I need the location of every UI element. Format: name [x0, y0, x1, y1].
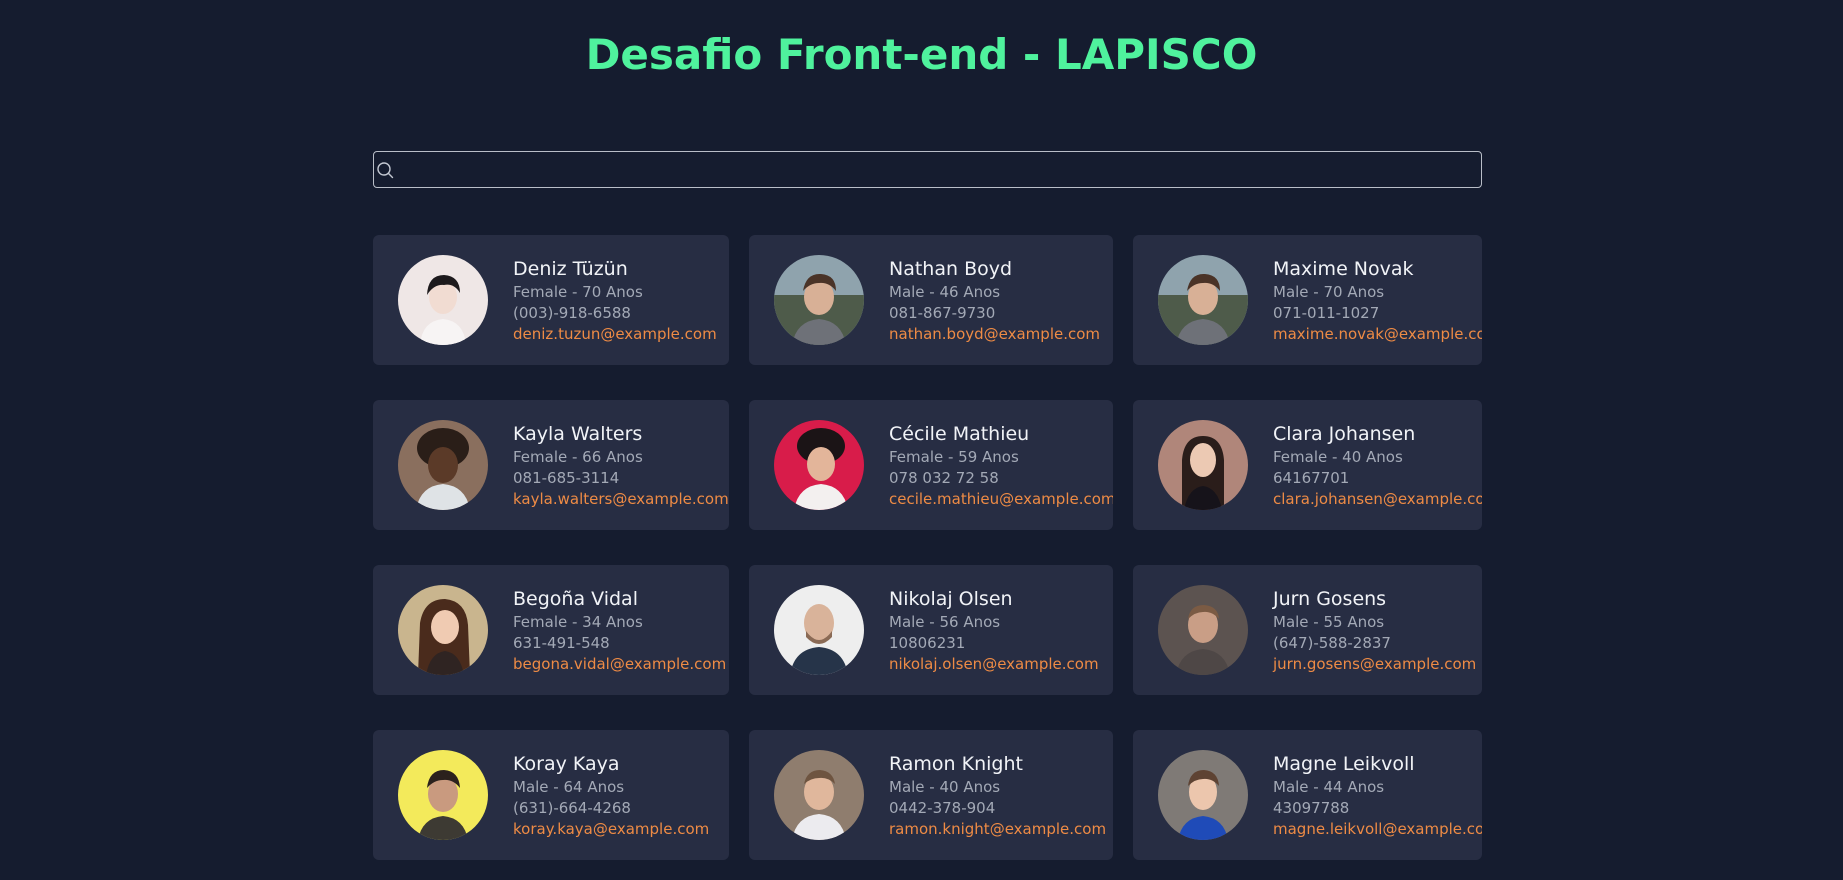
user-phone: 43097788 — [1273, 799, 1350, 817]
user-name: Deniz Tüzün — [513, 258, 628, 280]
user-email[interactable]: ramon.knight@example.com — [889, 819, 1106, 840]
user-avatar — [774, 255, 864, 345]
user-phone: (647)-588-2837 — [1273, 634, 1391, 652]
search-input[interactable] — [396, 152, 1480, 189]
user-card[interactable]: Kayla Walters Female - 66 Anos 081-685-3… — [373, 400, 729, 530]
user-name: Nathan Boyd — [889, 258, 1013, 280]
user-gender-age: Male - 55 Anos — [1273, 613, 1385, 631]
user-name: Jurn Gosens — [1273, 588, 1387, 610]
user-email[interactable]: maxime.novak@example.com — [1273, 324, 1482, 345]
user-phone: 078 032 72 58 — [889, 469, 999, 487]
user-phone: (631)-664-4268 — [513, 799, 631, 817]
user-email[interactable]: koray.kaya@example.com — [513, 819, 709, 840]
user-name: Ramon Knight — [889, 753, 1023, 775]
user-phone: 071-011-1027 — [1273, 304, 1380, 322]
user-name: Maxime Novak — [1273, 258, 1414, 280]
user-email[interactable]: jurn.gosens@example.com — [1273, 654, 1476, 675]
user-card[interactable]: Magne Leikvoll Male - 44 Anos 43097788 m… — [1133, 730, 1482, 860]
user-email[interactable]: nikolaj.olsen@example.com — [889, 654, 1099, 675]
user-name: Clara Johansen — [1273, 423, 1416, 445]
user-card[interactable]: Nathan Boyd Male - 46 Anos 081-867-9730 … — [749, 235, 1113, 365]
user-phone: 081-685-3114 — [513, 469, 620, 487]
user-card[interactable]: Cécile Mathieu Female - 59 Anos 078 032 … — [749, 400, 1113, 530]
user-avatar — [1158, 750, 1248, 840]
user-phone: 10806231 — [889, 634, 966, 652]
user-avatar — [398, 255, 488, 345]
user-name: Nikolaj Olsen — [889, 588, 1013, 610]
user-email[interactable]: cecile.mathieu@example.com — [889, 489, 1113, 510]
user-name: Kayla Walters — [513, 423, 643, 445]
user-phone: (003)-918-6588 — [513, 304, 631, 322]
user-phone: 631-491-548 — [513, 634, 610, 652]
user-card[interactable]: Deniz Tüzün Female - 70 Anos (003)-918-6… — [373, 235, 729, 365]
user-card[interactable]: Begoña Vidal Female - 34 Anos 631-491-54… — [373, 565, 729, 695]
user-phone: 64167701 — [1273, 469, 1350, 487]
user-card[interactable]: Jurn Gosens Male - 55 Anos (647)-588-283… — [1133, 565, 1482, 695]
user-gender-age: Female - 40 Anos — [1273, 448, 1403, 466]
user-avatar — [398, 420, 488, 510]
user-name: Magne Leikvoll — [1273, 753, 1415, 775]
user-card[interactable]: Clara Johansen Female - 40 Anos 64167701… — [1133, 400, 1482, 530]
user-gender-age: Male - 56 Anos — [889, 613, 1001, 631]
user-card[interactable]: Maxime Novak Male - 70 Anos 071-011-1027… — [1133, 235, 1482, 365]
user-name: Begoña Vidal — [513, 588, 638, 610]
user-email[interactable]: deniz.tuzun@example.com — [513, 324, 717, 345]
user-gender-age: Female - 34 Anos — [513, 613, 643, 631]
user-avatar — [1158, 420, 1248, 510]
search-icon — [377, 162, 394, 179]
user-avatar — [774, 585, 864, 675]
user-gender-age: Male - 44 Anos — [1273, 778, 1385, 796]
user-gender-age: Female - 66 Anos — [513, 448, 643, 466]
user-email[interactable]: magne.leikvoll@example.com — [1273, 819, 1482, 840]
user-avatar — [774, 420, 864, 510]
user-avatar — [398, 750, 488, 840]
user-card[interactable]: Nikolaj Olsen Male - 56 Anos 10806231 ni… — [749, 565, 1113, 695]
user-gender-age: Male - 70 Anos — [1273, 283, 1385, 301]
user-phone: 081-867-9730 — [889, 304, 996, 322]
user-name: Koray Kaya — [513, 753, 620, 775]
user-gender-age: Male - 64 Anos — [513, 778, 625, 796]
user-gender-age: Male - 40 Anos — [889, 778, 1001, 796]
user-phone: 0442-378-904 — [889, 799, 996, 817]
user-email[interactable]: begona.vidal@example.com — [513, 654, 726, 675]
search-bar[interactable] — [373, 151, 1482, 189]
user-avatar — [1158, 585, 1248, 675]
user-avatar — [398, 585, 488, 675]
user-gender-age: Male - 46 Anos — [889, 283, 1001, 301]
page: Desafio Front-end - LAPISCO Deniz Tüzün … — [0, 0, 1843, 880]
user-email[interactable]: nathan.boyd@example.com — [889, 324, 1100, 345]
user-email[interactable]: clara.johansen@example.com — [1273, 489, 1482, 510]
user-gender-age: Female - 70 Anos — [513, 283, 643, 301]
page-title: Desafio Front-end - LAPISCO — [585, 30, 1258, 79]
user-avatar — [774, 750, 864, 840]
user-avatar — [1158, 255, 1248, 345]
user-name: Cécile Mathieu — [889, 423, 1030, 445]
user-email[interactable]: kayla.walters@example.com — [513, 489, 729, 510]
user-card[interactable]: Koray Kaya Male - 64 Anos (631)-664-4268… — [373, 730, 729, 860]
user-gender-age: Female - 59 Anos — [889, 448, 1019, 466]
user-card[interactable]: Ramon Knight Male - 40 Anos 0442-378-904… — [749, 730, 1113, 860]
